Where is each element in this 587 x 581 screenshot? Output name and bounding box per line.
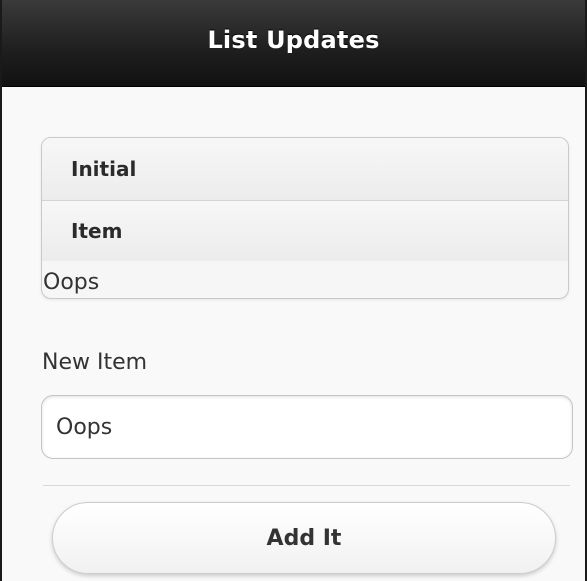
divider: [43, 485, 570, 486]
list-item[interactable]: Initial: [42, 138, 568, 201]
new-item-label: New Item: [42, 350, 148, 375]
new-item-input[interactable]: [41, 395, 573, 459]
list-item[interactable]: Item: [42, 201, 568, 261]
header-bar: List Updates: [2, 0, 585, 87]
add-it-button[interactable]: Add It: [52, 502, 556, 574]
list-item-plain[interactable]: Oops: [42, 265, 99, 298]
app-page: List Updates Initial Item Oops New Item …: [0, 0, 587, 581]
page-title: List Updates: [207, 26, 380, 54]
item-list: Initial Item Oops: [41, 137, 569, 299]
